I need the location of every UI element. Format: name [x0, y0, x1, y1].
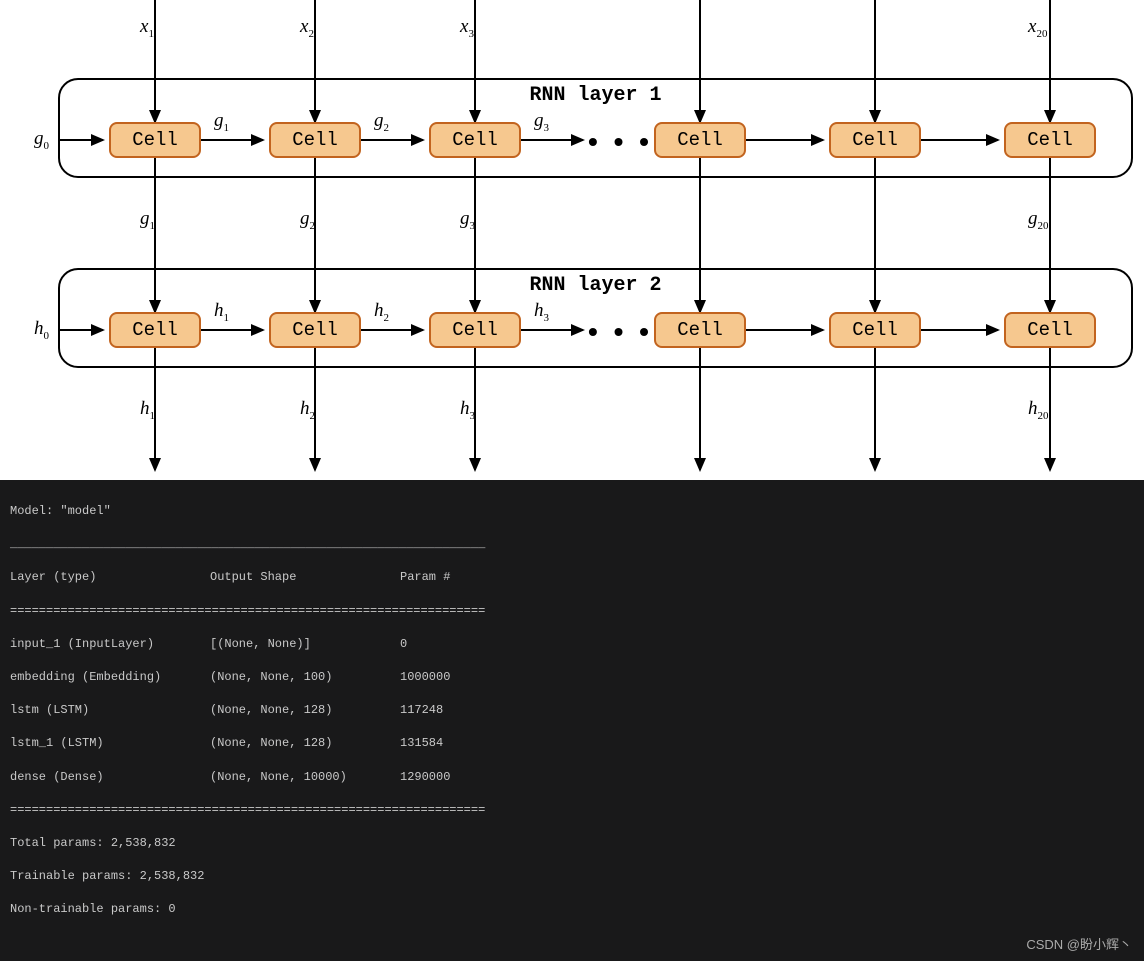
row-3: lstm_1 (LSTM)(None, None, 128)131584 — [10, 734, 1134, 753]
label-h2-v: h2 — [300, 398, 315, 422]
label-g0: g0 — [34, 128, 49, 152]
divider-mid: ========================================… — [10, 602, 1134, 621]
label-x1: x1 — [140, 16, 154, 40]
arrows-svg — [0, 0, 1144, 480]
layer1-cell-4: Cell — [654, 122, 746, 158]
label-g3-v: g3 — [460, 208, 475, 232]
layer2-title: RNN layer 2 — [529, 274, 661, 297]
layer1-cell-3: Cell — [429, 122, 521, 158]
total-params: Total params: 2,538,832 — [10, 834, 1134, 853]
label-x20: x20 — [1028, 16, 1047, 40]
row-4: dense (Dense)(None, None, 10000)1290000 — [10, 768, 1134, 787]
label-g2-v: g2 — [300, 208, 315, 232]
model-name: Model: "model" — [10, 502, 1134, 521]
label-h2-h: h2 — [374, 300, 389, 324]
layer2-cell-5: Cell — [829, 312, 921, 348]
label-g20-v: g20 — [1028, 208, 1049, 232]
label-h0: h0 — [34, 318, 49, 342]
watermark: CSDN @盼小辉丶 — [1026, 934, 1132, 953]
divider-top: ________________________________________… — [10, 535, 1134, 554]
row-2: lstm (LSTM)(None, None, 128)117248 — [10, 701, 1134, 720]
label-x2: x2 — [300, 16, 314, 40]
model-summary-terminal: Model: "model" _________________________… — [0, 480, 1144, 961]
label-x3: x3 — [460, 16, 474, 40]
label-h3-h: h3 — [534, 300, 549, 324]
label-h1-v: h1 — [140, 398, 155, 422]
layer2-dots: • • • — [588, 316, 653, 348]
trainable-params: Trainable params: 2,538,832 — [10, 867, 1134, 886]
label-h20-v: h20 — [1028, 398, 1049, 422]
label-g1-h: g1 — [214, 110, 229, 134]
row-0: input_1 (InputLayer)[(None, None)]0 — [10, 635, 1134, 654]
layer2-cell-3: Cell — [429, 312, 521, 348]
divider-bot: ========================================… — [10, 801, 1134, 820]
layer2-cell-6: Cell — [1004, 312, 1096, 348]
layer1-cell-1: Cell — [109, 122, 201, 158]
label-g2-h: g2 — [374, 110, 389, 134]
layer1-title: RNN layer 1 — [529, 84, 661, 107]
layer1-dots: • • • — [588, 126, 653, 158]
header-row: Layer (type)Output ShapeParam # — [10, 568, 1134, 587]
row-1: embedding (Embedding)(None, None, 100)10… — [10, 668, 1134, 687]
label-g1-v: g1 — [140, 208, 155, 232]
layer1-cell-2: Cell — [269, 122, 361, 158]
layer2-cell-2: Cell — [269, 312, 361, 348]
layer1-cell-6: Cell — [1004, 122, 1096, 158]
label-h3-v: h3 — [460, 398, 475, 422]
layer1-cell-5: Cell — [829, 122, 921, 158]
rnn-diagram: RNN layer 1 Cell Cell Cell Cell Cell Cel… — [0, 0, 1144, 480]
layer2-cell-4: Cell — [654, 312, 746, 348]
layer2-cell-1: Cell — [109, 312, 201, 348]
label-g3-h: g3 — [534, 110, 549, 134]
label-h1-h: h1 — [214, 300, 229, 324]
nontrainable-params: Non-trainable params: 0 — [10, 900, 1134, 919]
